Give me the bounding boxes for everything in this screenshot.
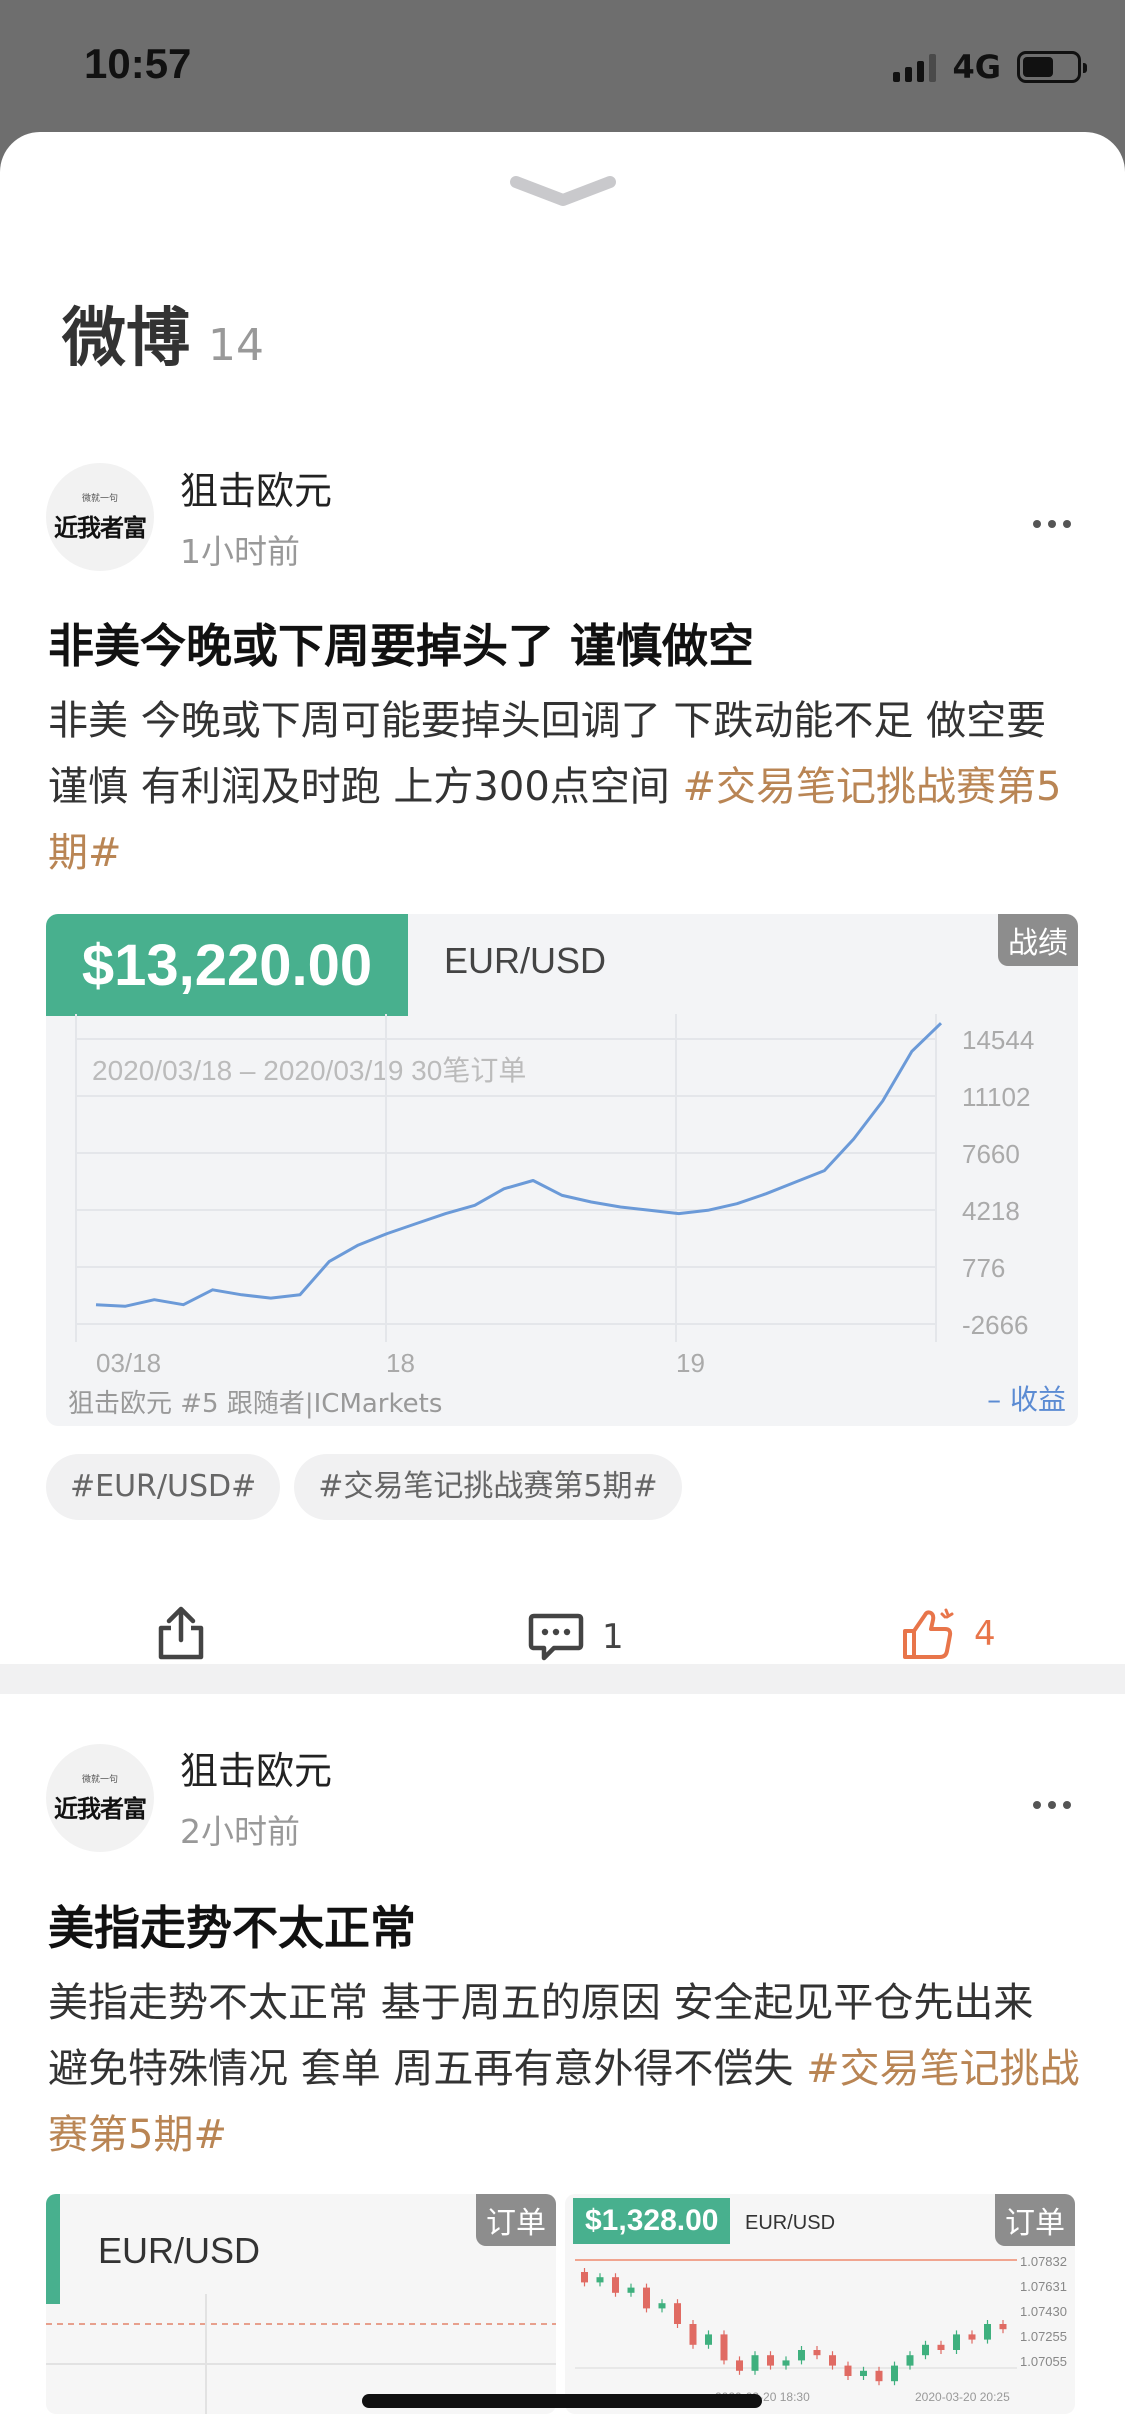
post-body[interactable]: 非美 今晚或下周可能要掉头回调了 下跌动能不足 做空要谨慎 有利润及时跑 上方3…: [48, 688, 1083, 886]
post-title[interactable]: 美指走势不太正常: [48, 1892, 416, 1958]
sheet-header: 微博 14: [62, 287, 264, 379]
price-tick: 1.07430: [1020, 2304, 1067, 2319]
price-tick: 1.07832: [1020, 2254, 1067, 2269]
performance-chart: 2020/03/18 – 2020/03/19 30笔订单 14544 11102…: [75, 1014, 1034, 1378]
x-tick-label: 03/18: [96, 1348, 161, 1378]
hashtag-chip[interactable]: #交易笔记挑战赛第5期#: [294, 1454, 682, 1520]
collapse-handle-icon[interactable]: [508, 172, 618, 212]
order-lines: [46, 2294, 556, 2414]
author-name[interactable]: 狙击欧元: [180, 460, 332, 515]
legend-dash: –: [987, 1383, 1010, 1416]
price-tick: 1.07255: [1020, 2329, 1067, 2344]
legend-label: 收益: [1009, 1383, 1066, 1416]
order-card[interactable]: EUR/USD 订单: [46, 2194, 556, 2414]
y-tick-label: 14544: [962, 1025, 1034, 1055]
hashtag-chips: #EUR/USD# #交易笔记挑战赛第5期#: [46, 1454, 682, 1520]
bottom-sheet: 微博 14 微就一句 近我者富 狙击欧元 1小时前 非美今晚或下周要掉头了 谨慎…: [0, 132, 1125, 2436]
avatar-caption: 微就一句: [81, 494, 118, 504]
avatar-text: 近我者富: [54, 1795, 147, 1823]
avatar-caption: 微就一句: [81, 1775, 118, 1785]
comment-button[interactable]: 1: [528, 1612, 624, 1662]
y-tick-label: 11102: [962, 1082, 1030, 1112]
avatar-text: 近我者富: [54, 514, 147, 542]
x-tick-label: 18: [386, 1348, 415, 1378]
signal-icon: [893, 52, 937, 82]
price-tick: 1.07055: [1020, 2354, 1067, 2369]
post-time: 1小时前: [180, 532, 300, 571]
battery-icon: [1017, 51, 1087, 83]
network-type: 4G: [952, 48, 1001, 86]
sheet-title: 微博: [62, 302, 190, 376]
like-count: 4: [974, 1614, 996, 1654]
avatar[interactable]: 微就一句 近我者富: [46, 463, 154, 571]
price-scale: 1.07832 1.07631 1.07430 1.07255 1.07055: [1020, 2254, 1067, 2369]
y-tick-label: 776: [962, 1253, 1005, 1283]
card-footer: 狙击欧元 #5 跟随者|ICMarkets: [68, 1389, 443, 1419]
thumbs-up-icon: [903, 1608, 954, 1659]
post-divider: [0, 1664, 1125, 1694]
like-button[interactable]: 4: [900, 1606, 996, 1662]
share-icon: [158, 1606, 204, 1660]
trade-card[interactable]: $13,220.00 EUR/USD 战绩 2020/03/18 – 2020/…: [46, 914, 1078, 1426]
order-card[interactable]: $1,328.00 EUR/USD 订单 1.07832 1.07631 1.0…: [565, 2194, 1075, 2414]
x-axis: 03/18 18 19: [96, 1348, 705, 1378]
hashtag-chip[interactable]: #EUR/USD#: [46, 1454, 281, 1520]
status-time: 10:57: [84, 40, 192, 87]
status-bar: 10:57 4G: [0, 0, 1125, 135]
price-tick: 1.07631: [1020, 2279, 1067, 2294]
post-body[interactable]: 美指走势不太正常 基于周五的原因 安全起见平仓先出来 避免特殊情况 套单 周五再…: [48, 1970, 1083, 2168]
home-indicator[interactable]: [362, 2394, 762, 2408]
share-button[interactable]: [156, 1604, 206, 1662]
more-options-icon[interactable]: [1033, 520, 1071, 528]
y-tick-label: 7660: [962, 1139, 1020, 1169]
y-tick-label: 4218: [962, 1196, 1020, 1226]
author-name[interactable]: 狙击欧元: [180, 1740, 332, 1795]
sheet-count: 14: [208, 320, 264, 371]
time-tick: 2020-03-20 20:25: [915, 2390, 1010, 2404]
y-axis: 14544 11102 7660 4218 776 -2666: [962, 1025, 1034, 1340]
status-indicators: 4G: [893, 48, 1087, 86]
chart-legend: – 收益: [987, 1378, 1066, 1418]
post-time: 2小时前: [180, 1812, 300, 1851]
more-options-icon[interactable]: [1033, 1801, 1071, 1809]
comment-icon: [528, 1613, 584, 1661]
comment-count: 1: [602, 1617, 624, 1657]
x-tick-label: 19: [676, 1348, 705, 1378]
avatar[interactable]: 微就一句 近我者富: [46, 1744, 154, 1852]
post-title[interactable]: 非美今晚或下周要掉头了 谨慎做空: [48, 610, 754, 676]
y-tick-label: -2666: [962, 1310, 1029, 1340]
candlestick-chart: 1.07832 1.07631 1.07430 1.07255 1.07055 …: [575, 2254, 1067, 2404]
chart-range-label: 2020/03/18 – 2020/03/19 30笔订单: [92, 1055, 526, 1086]
